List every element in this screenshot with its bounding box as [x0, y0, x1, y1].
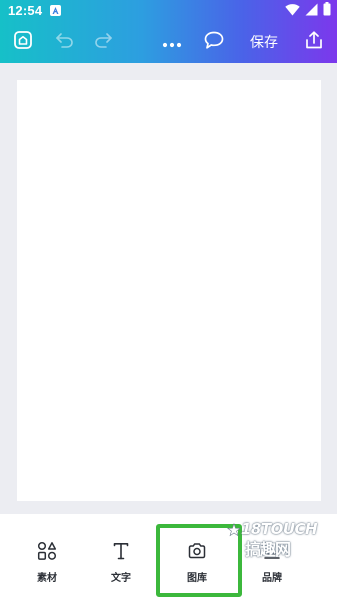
- redo-button[interactable]: [92, 30, 116, 54]
- save-button[interactable]: 保存: [243, 30, 285, 54]
- home-icon: [13, 30, 33, 54]
- tool-elements[interactable]: 素材: [17, 514, 77, 600]
- signal-icon: [305, 1, 318, 20]
- share-icon: [304, 30, 324, 54]
- undo-icon: [54, 32, 74, 52]
- status-bar: 12:54: [0, 0, 337, 22]
- wifi-icon: [285, 1, 300, 20]
- more-button[interactable]: [160, 30, 184, 54]
- shapes-icon: [36, 540, 58, 562]
- top-header: 12:54 保存: [0, 0, 337, 63]
- notification-a-icon: [50, 5, 61, 16]
- status-time: 12:54: [8, 3, 43, 18]
- tool-elements-label: 素材: [37, 573, 57, 584]
- share-button[interactable]: [302, 30, 326, 54]
- undo-button[interactable]: [52, 30, 76, 54]
- comment-button[interactable]: [202, 30, 226, 54]
- home-button[interactable]: [11, 30, 35, 54]
- design-page[interactable]: [17, 80, 321, 501]
- tool-text[interactable]: 文字: [91, 514, 151, 600]
- redo-icon: [94, 32, 114, 52]
- tool-text-label: 文字: [111, 573, 131, 584]
- brand-icon: [261, 540, 283, 562]
- status-icons: [285, 1, 331, 20]
- more-icon: [162, 33, 182, 52]
- comment-icon: [203, 30, 225, 54]
- tool-brand[interactable]: 品牌: [242, 514, 302, 600]
- battery-icon: [323, 1, 331, 20]
- text-icon: [110, 540, 132, 562]
- editor-toolbar: 保存: [0, 22, 337, 63]
- tool-photos-label: 图库: [187, 573, 207, 584]
- editor-screen: 12:54 保存 素材 文字 图库 品牌 18TOUCH 搞趣网: [0, 0, 337, 600]
- tool-photos[interactable]: 图库: [167, 514, 227, 600]
- design-canvas-area: [0, 63, 337, 514]
- camera-icon: [186, 540, 208, 562]
- bottom-tool-bar: 素材 文字 图库 品牌: [0, 514, 337, 600]
- tool-brand-label: 品牌: [262, 573, 282, 584]
